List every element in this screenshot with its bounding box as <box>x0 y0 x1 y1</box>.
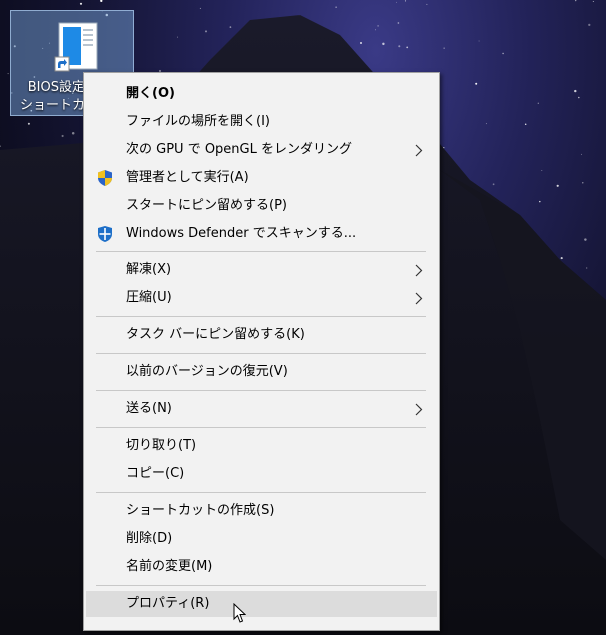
menu-item-properties-label: プロパティ(R) <box>126 596 210 611</box>
menu-item-pin-to-taskbar[interactable]: タスク バーにピン留めする(K) <box>86 322 437 348</box>
chevron-right-icon <box>415 144 423 157</box>
menu-item-compress-label: 圧縮(U) <box>126 290 172 305</box>
defender-shield-icon <box>98 226 112 242</box>
menu-item-restore-previous-versions-label: 以前のバージョンの復元(V) <box>126 364 288 379</box>
menu-item-properties[interactable]: プロパティ(R) <box>86 591 437 617</box>
menu-item-create-shortcut-label: ショートカットの作成(S) <box>126 503 275 518</box>
menu-item-opengl-gpu-label: 次の GPU で OpenGL をレンダリング <box>126 142 352 157</box>
menu-separator <box>96 316 426 317</box>
menu-item-run-as-admin[interactable]: 管理者として実行(A) <box>86 165 437 191</box>
menu-item-pin-to-start[interactable]: スタートにピン留めする(P) <box>86 193 437 219</box>
menu-item-open[interactable]: 開く(O) <box>86 81 437 107</box>
menu-item-defender-scan-label: Windows Defender でスキャンする... <box>126 226 357 241</box>
menu-separator <box>96 585 426 586</box>
menu-item-copy[interactable]: コピー(C) <box>86 461 437 487</box>
menu-separator <box>96 390 426 391</box>
context-menu: 開く(O) ファイルの場所を開く(I) 次の GPU で OpenGL をレンダ… <box>83 72 440 631</box>
menu-item-cut-label: 切り取り(T) <box>126 438 197 453</box>
desktop: BIOS設定 ショートカ 開く(O) ファイルの場所を開く(I) 次の GPU … <box>0 0 606 635</box>
menu-separator <box>96 492 426 493</box>
menu-item-extract[interactable]: 解凍(X) <box>86 257 437 283</box>
menu-item-opengl-gpu[interactable]: 次の GPU で OpenGL をレンダリング <box>86 137 437 163</box>
menu-item-compress[interactable]: 圧縮(U) <box>86 285 437 311</box>
document-shortcut-icon <box>54 22 98 72</box>
menu-item-delete-label: 削除(D) <box>126 531 173 546</box>
menu-item-run-as-admin-label: 管理者として実行(A) <box>126 170 249 185</box>
desktop-icon-label: BIOS設定 ショートカ <box>19 80 85 113</box>
mouse-cursor-icon <box>233 603 246 623</box>
menu-item-cut[interactable]: 切り取り(T) <box>86 433 437 459</box>
menu-separator <box>96 353 426 354</box>
menu-item-defender-scan[interactable]: Windows Defender でスキャンする... <box>86 221 437 247</box>
chevron-right-icon <box>415 264 423 277</box>
menu-item-send-to[interactable]: 送る(N) <box>86 396 437 422</box>
menu-item-copy-label: コピー(C) <box>126 466 185 481</box>
menu-separator <box>96 427 426 428</box>
menu-item-create-shortcut[interactable]: ショートカットの作成(S) <box>86 498 437 524</box>
menu-item-send-to-label: 送る(N) <box>126 401 172 416</box>
menu-item-rename-label: 名前の変更(M) <box>126 559 213 574</box>
menu-item-delete[interactable]: 削除(D) <box>86 526 437 552</box>
chevron-right-icon <box>415 292 423 305</box>
menu-item-open-label: 開く(O) <box>126 86 175 101</box>
menu-item-open-file-location[interactable]: ファイルの場所を開く(I) <box>86 109 437 135</box>
menu-item-pin-to-taskbar-label: タスク バーにピン留めする(K) <box>126 327 305 342</box>
menu-item-restore-previous-versions[interactable]: 以前のバージョンの復元(V) <box>86 359 437 385</box>
menu-item-rename[interactable]: 名前の変更(M) <box>86 554 437 580</box>
menu-item-pin-to-start-label: スタートにピン留めする(P) <box>126 198 287 213</box>
uac-shield-icon <box>98 170 112 186</box>
menu-item-open-file-location-label: ファイルの場所を開く(I) <box>126 114 270 129</box>
menu-separator <box>96 251 426 252</box>
chevron-right-icon <box>415 403 423 416</box>
menu-item-extract-label: 解凍(X) <box>126 262 172 277</box>
